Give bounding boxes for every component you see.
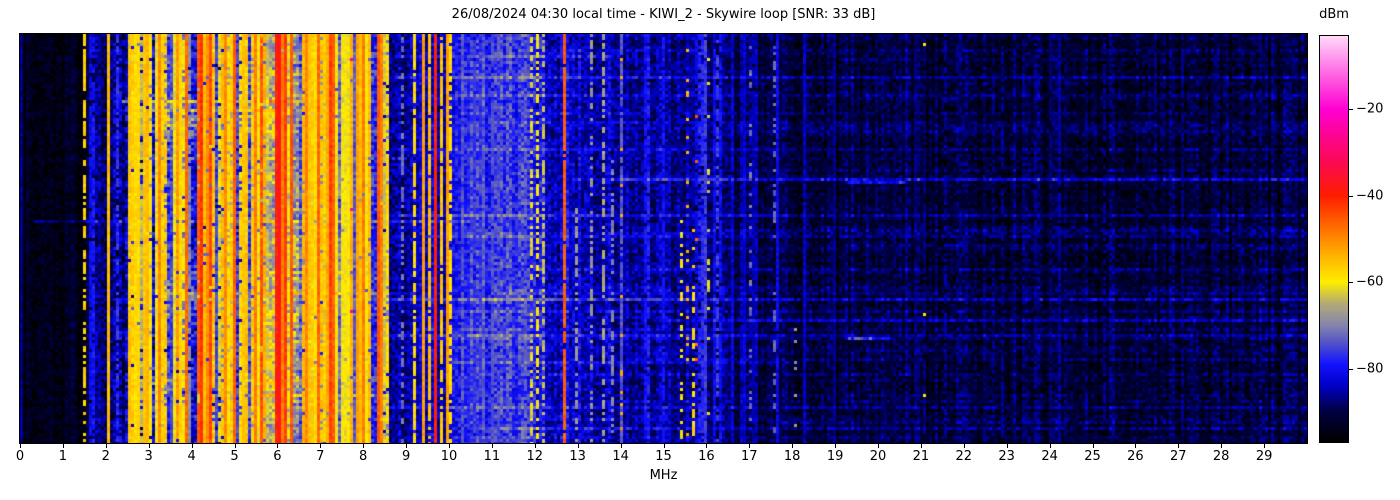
x-tick-label: 19	[826, 449, 844, 464]
x-tick	[1092, 444, 1094, 448]
x-tick-label: 26	[1127, 449, 1144, 464]
x-tick	[1178, 444, 1180, 448]
colorbar-tick	[1349, 195, 1353, 197]
x-tick-label: 29	[1255, 449, 1273, 464]
x-tick-label: 27	[1170, 449, 1187, 464]
x-tick-label: 15	[655, 449, 672, 464]
x-tick-label: 11	[483, 449, 501, 464]
x-tick	[835, 444, 837, 448]
x-tick-label: 1	[58, 449, 68, 464]
x-tick	[963, 444, 965, 448]
colorbar-tick	[1349, 368, 1353, 370]
x-tick-label: 9	[401, 449, 411, 464]
x-tick	[62, 444, 64, 448]
x-tick	[105, 444, 107, 448]
x-tick	[20, 444, 21, 448]
x-tick	[1264, 444, 1266, 448]
x-tick	[1135, 444, 1137, 448]
x-axis-label: MHz	[649, 468, 678, 483]
x-tick-label: 23	[998, 449, 1015, 464]
x-tick	[620, 444, 622, 448]
x-tick-label: 14	[612, 449, 629, 464]
x-tick	[191, 444, 193, 448]
x-tick	[148, 444, 150, 448]
x-tick-label: 24	[1041, 449, 1058, 464]
x-tick-label: 17	[741, 449, 758, 464]
x-tick	[277, 444, 279, 448]
x-tick	[491, 444, 493, 448]
x-tick-label: 7	[316, 449, 325, 464]
x-tick	[792, 444, 794, 448]
colorbar-tick-label: −80	[1356, 361, 1384, 377]
x-tick	[663, 444, 665, 448]
waterfall-plot	[19, 33, 1308, 444]
x-tick-label: 0	[15, 449, 25, 464]
x-tick-label: 10	[440, 449, 458, 464]
x-tick	[534, 444, 536, 448]
x-tick	[749, 444, 751, 448]
x-tick	[706, 444, 708, 448]
colorbar-tick-label: −60	[1356, 274, 1384, 290]
x-tick-label: 12	[526, 449, 544, 464]
spectrogram-figure: 26/08/2024 04:30 local time - KIWI_2 - S…	[0, 0, 1400, 500]
x-tick-label: 3	[144, 449, 153, 464]
colorbar-label: dBm	[1319, 7, 1349, 22]
x-tick-label: 22	[955, 449, 973, 464]
colorbar-tick	[1349, 109, 1353, 111]
colorbar-tick	[1349, 282, 1353, 284]
x-tick	[1049, 444, 1051, 448]
x-tick-label: 5	[230, 449, 239, 464]
x-tick-label: 6	[273, 449, 282, 464]
x-tick	[1221, 444, 1223, 448]
x-tick	[363, 444, 365, 448]
x-tick-label: 16	[698, 449, 715, 464]
x-tick-label: 20	[869, 449, 887, 464]
x-tick-label: 28	[1212, 449, 1230, 464]
x-tick-label: 21	[912, 449, 930, 464]
x-tick	[920, 444, 922, 448]
x-tick-label: 13	[569, 449, 586, 464]
x-tick	[320, 444, 322, 448]
x-tick	[577, 444, 579, 448]
x-tick-label: 8	[359, 449, 368, 464]
x-tick	[878, 444, 879, 448]
x-tick	[406, 444, 408, 448]
x-tick-label: 4	[187, 449, 196, 464]
chart-title: 26/08/2024 04:30 local time - KIWI_2 - S…	[451, 7, 876, 22]
x-tick-label: 18	[783, 449, 801, 464]
x-tick-label: 25	[1084, 449, 1101, 464]
x-tick-label: 2	[101, 449, 110, 464]
x-tick	[234, 444, 236, 448]
colorbar-tick-label: −40	[1356, 188, 1384, 204]
x-tick	[1006, 444, 1008, 448]
x-tick	[449, 444, 450, 448]
colorbar-tick-label: −20	[1356, 101, 1384, 117]
colorbar	[1319, 35, 1349, 443]
